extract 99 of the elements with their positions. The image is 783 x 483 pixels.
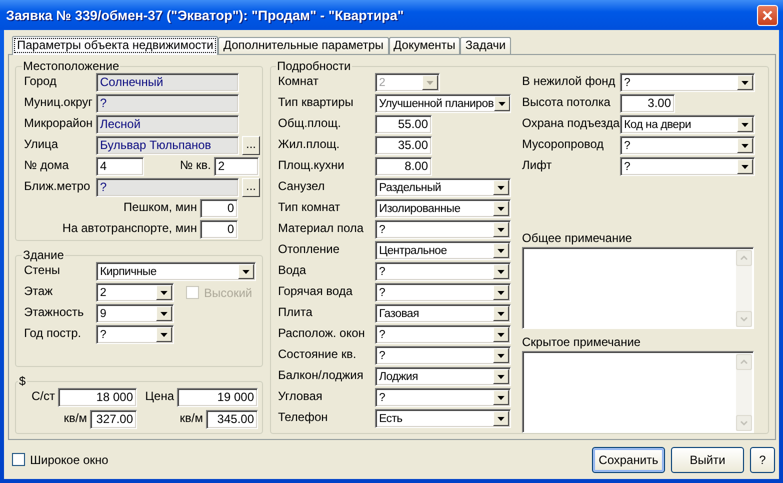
dropdown[interactable]: ? [375, 283, 511, 302]
field-label: Материал пола [278, 220, 365, 235]
field-label: Общ.площ. [278, 115, 342, 130]
field-label: кв/м [64, 410, 87, 425]
close-button[interactable] [757, 4, 778, 26]
field-label: Муниц.округ [24, 94, 93, 109]
dropdown[interactable]: 2 [96, 283, 174, 302]
field-label: Скрытое примечание [522, 334, 641, 349]
dropdown[interactable]: ? [96, 325, 174, 344]
close-icon [762, 10, 773, 20]
input-field[interactable]: 0 [200, 220, 238, 239]
input-field[interactable]: 345.00 [206, 410, 258, 429]
input-field[interactable]: 2 [214, 157, 259, 176]
dialog-button[interactable]: Выйти [671, 446, 744, 472]
dropdown[interactable]: Кирпичные [96, 262, 256, 281]
input-field[interactable]: 4 [96, 157, 144, 176]
input-field[interactable]: 18 000 [58, 388, 137, 407]
field-label: кв/м [180, 410, 203, 425]
dropdown[interactable]: ? [375, 325, 511, 344]
field-label: Вода [278, 262, 308, 277]
group-title: Здание [22, 249, 65, 262]
field-label: Балкон/лоджия [278, 367, 364, 382]
lookup-field[interactable]: Лесной [96, 115, 239, 134]
field-label: Пешком, мин [122, 199, 197, 214]
dropdown[interactable]: ? [620, 157, 755, 176]
dialog-button[interactable]: Сохранить [592, 446, 665, 472]
group-title: Местоположение [22, 60, 120, 73]
field-label: Высота потолка [522, 94, 612, 109]
dropdown[interactable]: ? [375, 220, 511, 239]
dropdown[interactable]: Раздельный [375, 178, 511, 197]
tab[interactable]: Параметры объекта недвижимости [12, 36, 218, 55]
dropdown[interactable]: Код на двери [620, 115, 755, 134]
lookup-field[interactable]: Бульвар Тюльпанов [96, 136, 239, 155]
lookup-field[interactable]: ? [96, 178, 239, 197]
dropdown[interactable]: ? [620, 73, 755, 92]
dropdown[interactable]: Лоджия [375, 367, 511, 386]
field-label: Этажность [24, 304, 85, 319]
checkbox-label: Высокий [204, 286, 252, 300]
tab[interactable]: Документы [388, 37, 460, 54]
field-label: Микрорайон [24, 115, 93, 130]
field-label: Тип комнат [278, 199, 342, 214]
field-label: Город [24, 73, 58, 88]
field-label: Улица [24, 136, 60, 151]
dropdown[interactable]: Изолированные [375, 199, 511, 218]
field-label: В нежилой фонд [522, 73, 616, 88]
note-textarea[interactable] [522, 351, 754, 433]
input-field[interactable]: 8.00 [375, 157, 432, 176]
input-field[interactable]: 0 [200, 199, 238, 218]
field-label: Отопление [278, 241, 341, 256]
tab[interactable]: Дополнительные параметры [218, 37, 389, 54]
field-label: Телефон [278, 409, 329, 424]
dropdown[interactable]: ? [620, 136, 755, 155]
field-label: Год постр. [24, 325, 82, 340]
dropdown[interactable]: ? [375, 262, 511, 281]
lookup-field[interactable]: Солнечный [96, 73, 239, 92]
field-label: Ближ.метро [24, 178, 92, 193]
browse-button[interactable]: ... [242, 136, 260, 155]
input-field[interactable]: 3.00 [620, 94, 675, 113]
input-field[interactable]: 35.00 [375, 136, 432, 155]
field-label: Тип квартиры [278, 94, 354, 109]
dropdown[interactable]: Центральное [375, 241, 511, 260]
field-label: № дома [24, 157, 70, 172]
group-title: Подробности [276, 60, 352, 73]
checkbox-label: Широкое окно [30, 452, 108, 466]
field-label: Угловая [278, 388, 324, 403]
field-label: На автотранспорте, мин [61, 220, 197, 235]
dropdown[interactable]: ? [375, 346, 511, 365]
tab[interactable]: Задачи [460, 37, 511, 54]
dialog-button[interactable]: ? [750, 446, 775, 472]
field-label: С/ст [32, 388, 55, 403]
field-label: Жил.площ. [278, 136, 341, 151]
field-label: Площ.кухни [278, 157, 346, 172]
field-label: Лифт [522, 157, 553, 172]
field-label: Комнат [278, 73, 320, 88]
window-title: Заявка № 339/обмен-37 ("Экватор"): "Продам" - "Квартира" [6, 8, 404, 22]
field-label: Цена [145, 388, 174, 403]
browse-button[interactable]: ... [242, 178, 260, 197]
input-field[interactable]: 19 000 [177, 388, 258, 407]
field-label: Мусоропровод [522, 136, 605, 151]
input-field[interactable]: 327.00 [90, 410, 137, 429]
field-label: Этаж [24, 283, 54, 298]
field-label: Состояние кв. [278, 346, 358, 361]
dropdown[interactable]: Есть [375, 409, 511, 428]
lookup-field[interactable]: ? [96, 94, 239, 113]
note-textarea[interactable] [522, 247, 754, 329]
field-label: Плита [278, 304, 314, 319]
dropdown[interactable]: Газовая [375, 304, 511, 323]
field-label: Санузел [278, 178, 326, 193]
group-title: $ [18, 375, 27, 388]
dropdown[interactable]: ? [375, 388, 511, 407]
dropdown[interactable]: Улучшенной планиров [375, 94, 511, 113]
field-label: № кв. [178, 157, 211, 172]
field-label: Стены [24, 262, 61, 277]
checkbox[interactable] [12, 453, 25, 466]
field-label: Горячая вода [278, 283, 354, 298]
dropdown[interactable]: 9 [96, 304, 174, 323]
field-label: Располож. окон [278, 325, 366, 340]
input-field[interactable]: 55.00 [375, 115, 432, 134]
field-label: Общее примечание [522, 230, 632, 245]
